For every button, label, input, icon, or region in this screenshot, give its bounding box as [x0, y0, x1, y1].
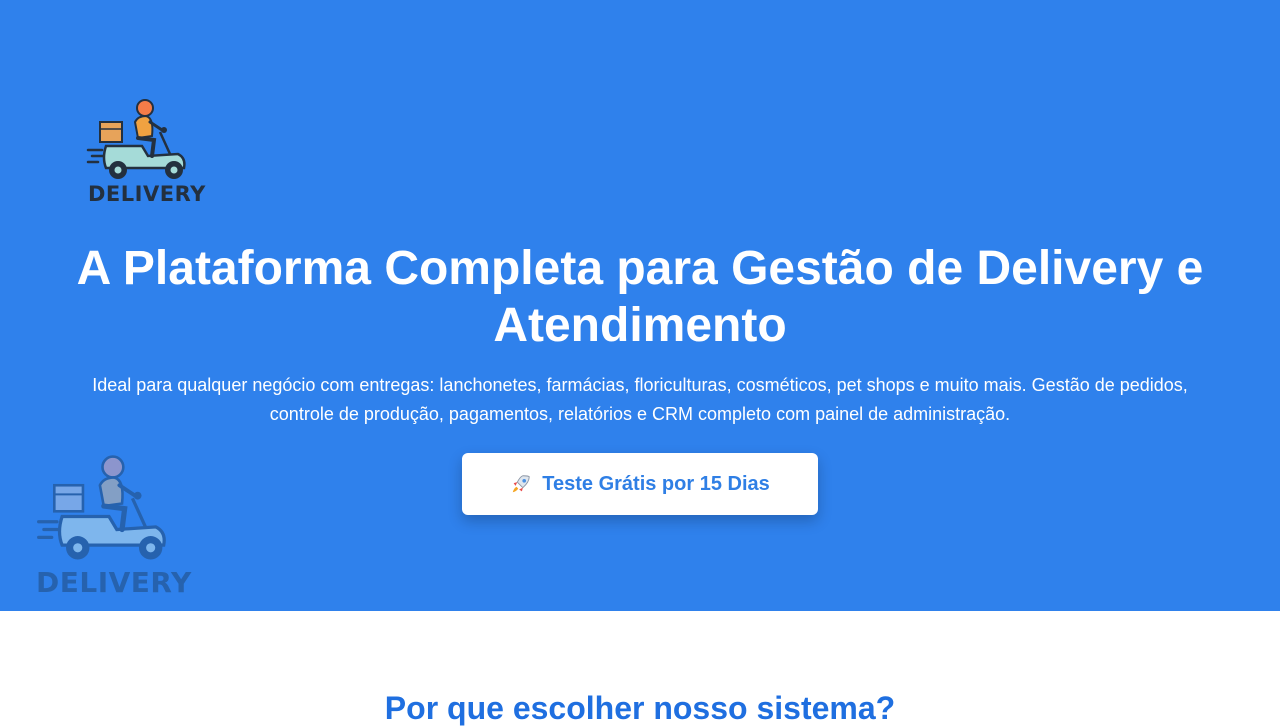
- free-trial-button[interactable]: Teste Grátis por 15 Dias: [462, 453, 818, 515]
- free-trial-label: Teste Grátis por 15 Dias: [542, 472, 770, 495]
- hero-subtitle: Ideal para qualquer negócio com entregas…: [92, 375, 1188, 424]
- delivery-scooter-icon: [86, 99, 186, 179]
- logo-wordmark: DELIVERY: [36, 566, 192, 599]
- logo-wordmark: DELIVERY: [88, 182, 206, 206]
- brand-logo[interactable]: DELIVERY: [86, 98, 205, 208]
- hero-section: DELIVERY DELIVERY A Plataforma Completa …: [0, 0, 1280, 611]
- delivery-scooter-icon: [37, 455, 166, 560]
- brand-logo-watermark: DELIVERY: [34, 454, 191, 600]
- rocket-icon: [513, 475, 530, 493]
- hero-headline: A Plataforma Completa para Gestão de Del…: [76, 242, 1204, 352]
- features-title: Por que escolher nosso sistema?: [384, 690, 896, 726]
